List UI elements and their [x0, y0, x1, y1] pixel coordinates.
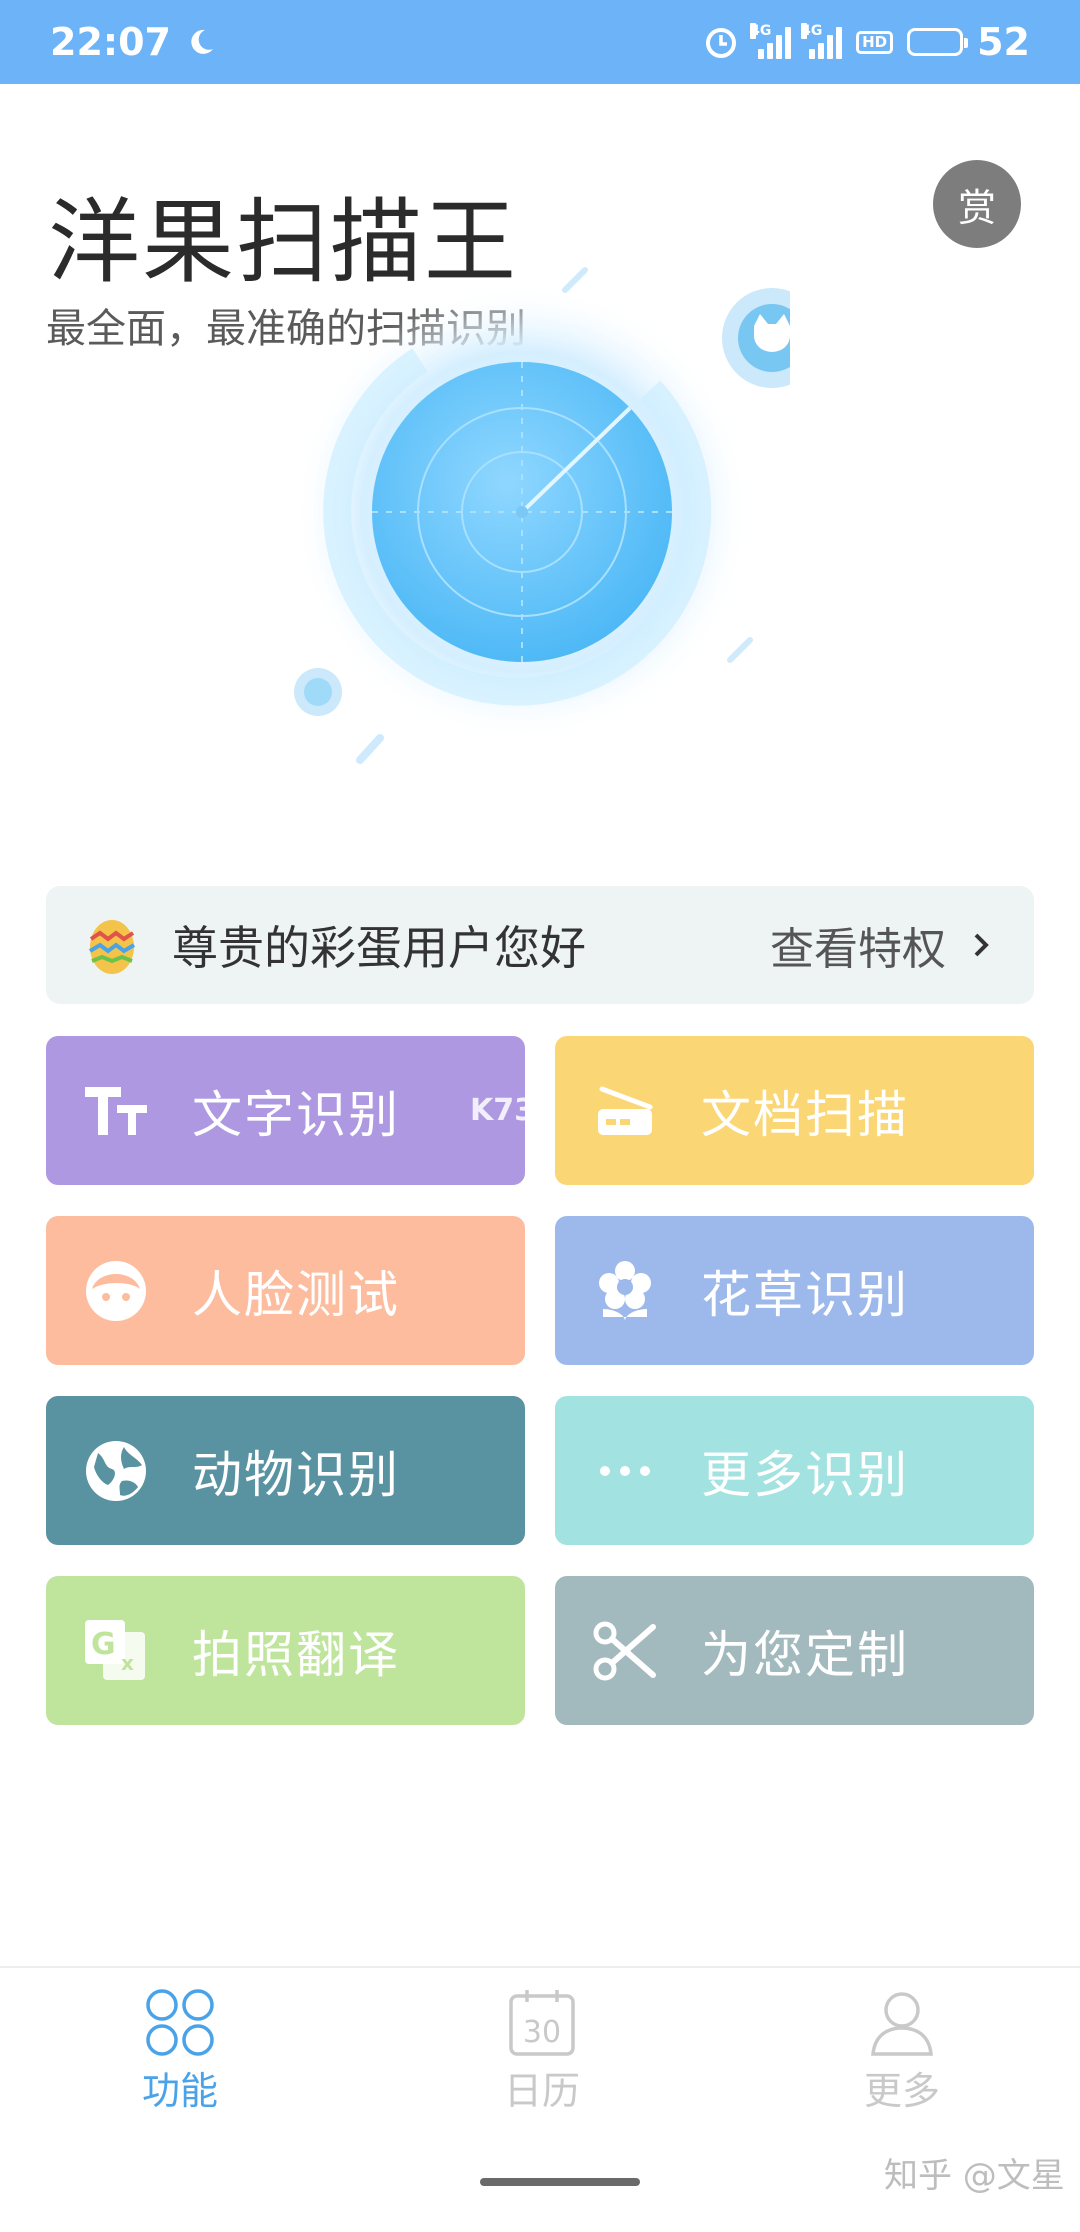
feature-label: 动物识别: [192, 1445, 400, 1504]
network-type-label: 4G: [801, 23, 823, 39]
feature-animal-recognition-button[interactable]: 动物识别: [46, 1396, 525, 1545]
svg-text:x: x: [121, 1651, 134, 1675]
feature-document-scan-button[interactable]: 文档扫描: [555, 1036, 1034, 1185]
user-icon: [871, 1992, 933, 2056]
battery-percent: 52: [977, 20, 1030, 64]
feature-photo-translate-button[interactable]: Gx 拍照翻译: [46, 1576, 525, 1725]
calendar-day: 30: [523, 2015, 561, 2050]
source-credit: 知乎 @文星: [884, 2156, 1065, 2196]
status-time: 22:07: [50, 20, 171, 64]
text-tt-icon: [80, 1075, 152, 1147]
translate-icon: Gx: [80, 1615, 152, 1687]
hd-voice-icon: HD: [856, 30, 894, 54]
more-dots-icon: [589, 1435, 661, 1507]
vip-banner[interactable]: 尊贵的彩蛋用户您好 查看特权: [46, 886, 1034, 1004]
face-icon: [80, 1255, 152, 1327]
nav-label: 日历: [503, 2069, 580, 2113]
calendar-icon: 30: [509, 1990, 575, 2056]
reward-button[interactable]: 赏: [933, 160, 1021, 248]
feature-label: 人脸测试: [192, 1265, 400, 1324]
signal-icon-2: 4G: [801, 23, 843, 59]
moon-icon: [185, 27, 215, 57]
svg-text:G: G: [91, 1627, 116, 1662]
nav-label: 更多: [863, 2069, 940, 2113]
vip-greeting: 尊贵的彩蛋用户您好: [172, 921, 586, 975]
feature-face-test-button[interactable]: 人脸测试: [46, 1216, 525, 1365]
globe-icon: [80, 1435, 152, 1507]
nav-tab-functions[interactable]: 功能: [100, 1988, 260, 2115]
scissors-icon: [589, 1615, 661, 1687]
view-privileges-link[interactable]: 查看特权: [770, 913, 994, 977]
easter-egg-icon: [88, 915, 136, 975]
battery-icon: [907, 28, 969, 56]
feature-label: 文档扫描: [701, 1085, 909, 1144]
nav-tab-more[interactable]: 更多: [822, 1988, 982, 2115]
watermark-logo: K73: [470, 1090, 610, 1130]
feature-label: 花草识别: [701, 1265, 909, 1324]
feature-flower-recognition-button[interactable]: 花草识别: [555, 1216, 1034, 1365]
nav-label: 功能: [141, 2069, 218, 2113]
nav-tab-calendar[interactable]: 30 日历: [462, 1988, 622, 2115]
feature-custom-service-button[interactable]: 为您定制: [555, 1576, 1034, 1725]
home-indicator[interactable]: [480, 2178, 640, 2186]
signal-icon-1: 4G: [750, 23, 792, 59]
view-privileges-label: 查看特权: [770, 924, 946, 975]
watermark-text: K73: [470, 1093, 535, 1128]
feature-label: 为您定制: [701, 1625, 909, 1684]
grid-icon: [146, 1989, 214, 2056]
status-bar: 22:07 4G 4G HD 52: [0, 0, 1080, 84]
feature-more-recognition-button[interactable]: 更多识别: [555, 1396, 1034, 1545]
flower-icon: [589, 1255, 661, 1327]
feature-label: 更多识别: [701, 1445, 909, 1504]
alarm-icon: [702, 23, 740, 61]
chevron-right-icon: [974, 933, 989, 957]
network-type-label: 4G: [750, 23, 772, 39]
feature-label: 拍照翻译: [192, 1625, 400, 1684]
feature-label: 文字识别: [192, 1085, 400, 1144]
radar-illustration: [172, 240, 822, 800]
feature-text-recognition-button[interactable]: 文字识别: [46, 1036, 525, 1185]
